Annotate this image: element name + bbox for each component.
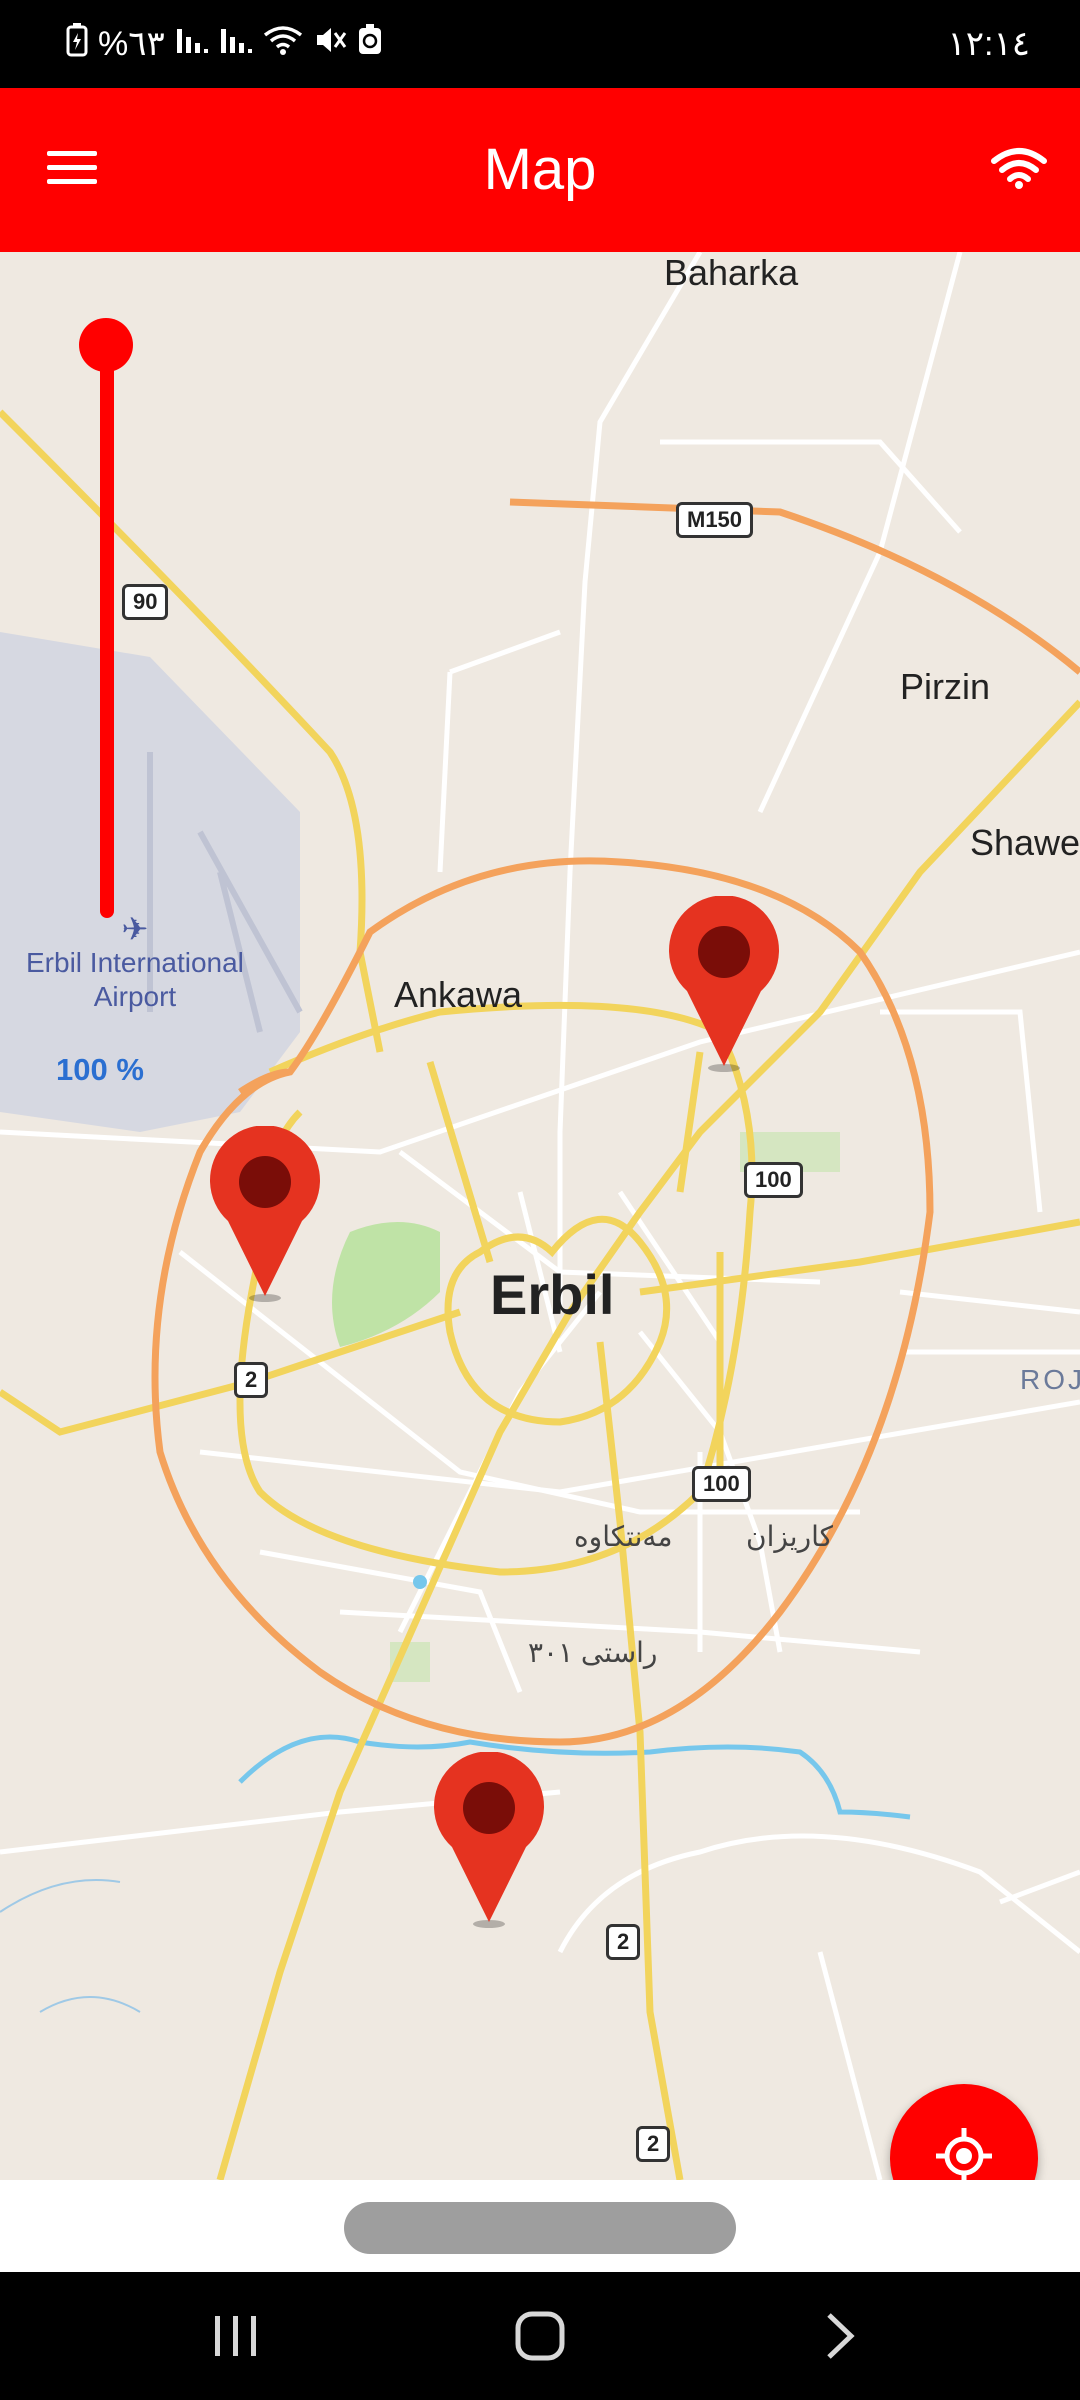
place-label: Shawe	[970, 822, 1080, 863]
airport-name-line-1: Erbil International	[26, 947, 244, 978]
road-shield: 2	[636, 2126, 671, 2162]
airport-name-line-2: Airport	[93, 981, 177, 1012]
menu-button[interactable]	[30, 128, 114, 212]
wifi-status-icon	[263, 25, 303, 64]
bottom-sheet	[0, 2180, 1080, 2272]
slider-track	[100, 338, 114, 918]
signal-icon-2	[219, 25, 253, 64]
park	[332, 1222, 440, 1347]
menu-icon	[47, 149, 97, 192]
app-bar: Map	[0, 88, 1080, 252]
status-bar: %٦٣ ١٢:١٤	[0, 0, 1080, 88]
road-shield: M150	[676, 502, 754, 538]
road-shield: 2	[606, 1924, 641, 1960]
home-button[interactable]	[500, 2306, 580, 2370]
road-shield: 2	[234, 1362, 269, 1398]
clock: ١٢:١٤	[947, 25, 1031, 63]
status-icons: %٦٣	[66, 22, 383, 66]
battery-percent: %٦٣	[98, 25, 165, 63]
river	[238, 1734, 911, 1820]
place-label: Baharka	[664, 252, 799, 293]
map-pin-marker[interactable]	[432, 1752, 546, 1930]
map-view[interactable]: Baharka Pirzin Shawe Ankawa Erbil ROJ ✈ …	[0, 252, 1080, 2180]
mute-icon	[313, 25, 347, 64]
district-label: مەنتكاوە	[574, 1521, 673, 1552]
map-pin-icon	[210, 1126, 320, 1302]
back-button[interactable]	[800, 2306, 880, 2370]
battery-charging-icon	[66, 22, 88, 66]
system-nav-bar	[0, 2272, 1080, 2400]
recents-icon	[213, 2314, 259, 2363]
sheet-drag-handle[interactable]	[344, 2202, 736, 2254]
place-label: Ankawa	[394, 974, 523, 1015]
place-label: ROJ	[1020, 1364, 1080, 1395]
road-shield: 100	[744, 1162, 803, 1198]
airplane-icon: ✈	[121, 911, 149, 947]
page-title: Map	[483, 137, 597, 202]
slider-handle[interactable]	[79, 318, 133, 372]
map-pin-marker[interactable]	[208, 1126, 322, 1304]
connection-button[interactable]	[974, 128, 1064, 212]
road-shield: 100	[692, 1466, 751, 1502]
recycle-icon	[357, 23, 383, 65]
map-pin-icon	[434, 1752, 544, 1928]
back-chevron-icon	[823, 2311, 857, 2366]
slider-value: 100 %	[56, 1052, 144, 1087]
signal-icon	[175, 25, 209, 64]
range-slider[interactable]	[74, 318, 134, 998]
map-pin-marker[interactable]	[667, 896, 781, 1074]
home-icon	[515, 2311, 565, 2366]
city-label: Erbil	[490, 1263, 615, 1326]
place-label: Pirzin	[900, 666, 991, 707]
recent-apps-button[interactable]	[196, 2306, 276, 2370]
airport-label: ✈ Erbil International Airport	[26, 912, 244, 1014]
map-pin-icon	[669, 896, 779, 1072]
district-label: كاریزان	[746, 1521, 833, 1552]
wifi-icon	[991, 147, 1047, 194]
district-label: راستی ٣٠١	[528, 1637, 658, 1668]
